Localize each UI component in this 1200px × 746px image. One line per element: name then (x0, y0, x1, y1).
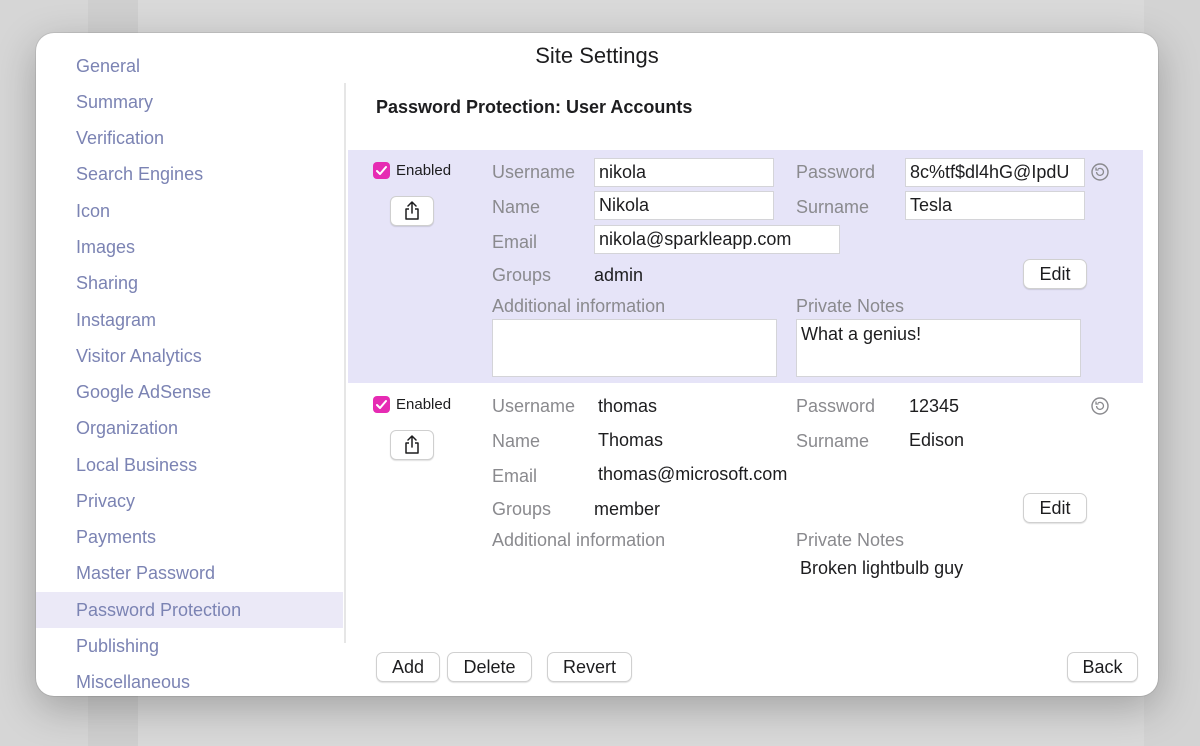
sidebar: General Summary Verification Search Engi… (36, 53, 344, 696)
username-label: Username (492, 396, 576, 416)
enabled-toggle[interactable]: Enabled (373, 162, 451, 179)
sidebar-item-privacy[interactable]: Privacy (36, 483, 343, 519)
email-field[interactable]: nikola@sparkleapp.com (594, 225, 840, 254)
enabled-label: Enabled (396, 162, 452, 179)
add-button[interactable]: Add (376, 652, 440, 682)
password-label: Password (796, 396, 876, 416)
username-field[interactable]: nikola (594, 158, 774, 187)
groups-label: Groups (492, 499, 552, 519)
delete-button[interactable]: Delete (447, 652, 532, 682)
password-label: Password (796, 162, 876, 182)
back-button[interactable]: Back (1067, 652, 1138, 682)
sidebar-item-verification[interactable]: Verification (36, 120, 343, 156)
username-label: Username (492, 162, 576, 182)
name-label: Name (492, 197, 541, 217)
reset-icon[interactable] (1090, 162, 1110, 182)
share-icon (405, 435, 419, 454)
enabled-label: Enabled (396, 396, 452, 413)
username-value[interactable]: thomas (598, 396, 657, 417)
sidebar-item-google-adsense[interactable]: Google AdSense (36, 374, 343, 410)
sidebar-item-master-password[interactable]: Master Password (36, 555, 343, 591)
sidebar-item-images[interactable]: Images (36, 229, 343, 265)
sidebar-item-icon[interactable]: Icon (36, 193, 343, 229)
share-button[interactable] (390, 196, 434, 226)
revert-button[interactable]: Revert (547, 652, 632, 682)
sidebar-item-visitor-analytics[interactable]: Visitor Analytics (36, 338, 343, 374)
groups-value: admin (594, 265, 644, 285)
sidebar-item-sharing[interactable]: Sharing (36, 265, 343, 301)
share-button[interactable] (390, 430, 434, 460)
sidebar-item-search-engines[interactable]: Search Engines (36, 156, 343, 192)
groups-label: Groups (492, 265, 552, 285)
sidebar-item-general[interactable]: General (36, 53, 343, 84)
surname-label: Surname (796, 431, 870, 451)
surname-value[interactable]: Edison (909, 430, 964, 451)
password-value[interactable]: 12345 (909, 396, 959, 417)
additional-info-label: Additional information (492, 530, 666, 550)
name-label: Name (492, 431, 541, 451)
private-notes-label: Private Notes (796, 296, 905, 316)
section-title: Password Protection: User Accounts (376, 97, 693, 117)
enabled-toggle[interactable]: Enabled (373, 396, 451, 413)
email-label: Email (492, 466, 538, 486)
user-account-row[interactable]: Enabled Username nikola Password 8c%tf$d… (348, 150, 1143, 383)
private-notes-value[interactable]: Broken lightbulb guy (800, 558, 963, 579)
email-label: Email (492, 232, 538, 252)
edit-groups-button[interactable]: Edit (1023, 259, 1087, 289)
surname-label: Surname (796, 197, 870, 217)
user-account-row[interactable]: Enabled Username thomas Password 12345 N… (348, 384, 1143, 617)
private-notes-label: Private Notes (796, 530, 905, 550)
sidebar-item-summary[interactable]: Summary (36, 84, 343, 120)
site-settings-sheet: Site Settings General Summary Verificati… (36, 33, 1158, 696)
additional-info-label: Additional information (492, 296, 666, 316)
checkmark-icon (376, 400, 387, 409)
sidebar-item-password-protection[interactable]: Password Protection (36, 592, 343, 628)
additional-info-field[interactable] (492, 319, 777, 377)
sidebar-item-payments[interactable]: Payments (36, 519, 343, 555)
sidebar-item-publishing[interactable]: Publishing (36, 628, 343, 664)
reset-icon[interactable] (1090, 396, 1110, 416)
share-icon (405, 201, 419, 220)
checkmark-icon (376, 166, 387, 175)
name-field[interactable]: Nikola (594, 191, 774, 220)
edit-groups-button[interactable]: Edit (1023, 493, 1087, 523)
sidebar-divider (344, 83, 346, 643)
enabled-checkbox[interactable] (373, 162, 390, 179)
groups-value: member (594, 499, 661, 519)
name-value[interactable]: Thomas (598, 430, 663, 451)
private-notes-field[interactable]: What a genius! (796, 319, 1081, 377)
enabled-checkbox[interactable] (373, 396, 390, 413)
email-value[interactable]: thomas@microsoft.com (598, 464, 787, 485)
sidebar-item-local-business[interactable]: Local Business (36, 447, 343, 483)
surname-field[interactable]: Tesla (905, 191, 1085, 220)
sidebar-item-instagram[interactable]: Instagram (36, 302, 343, 338)
sidebar-item-organization[interactable]: Organization (36, 410, 343, 446)
password-field[interactable]: 8c%tf$dl4hG@IpdU (905, 158, 1085, 187)
sidebar-item-miscellaneous[interactable]: Miscellaneous (36, 664, 343, 696)
